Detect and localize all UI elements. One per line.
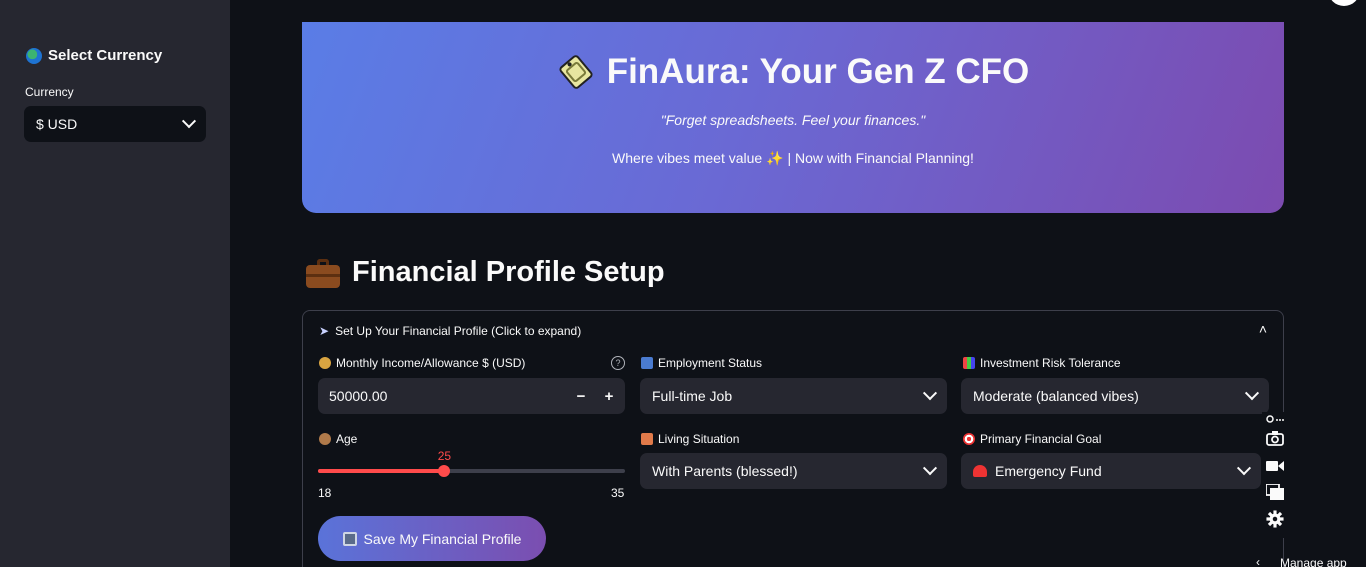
risk-select[interactable]: Moderate (balanced vibes) xyxy=(961,378,1269,414)
living-label: Living Situation xyxy=(641,432,739,446)
income-label-text: Monthly Income/Allowance $ (USD) xyxy=(336,356,526,370)
sidebar-title-text: Select Currency xyxy=(48,47,163,64)
living-value: With Parents (blessed!) xyxy=(652,463,798,479)
help-icon[interactable]: ? xyxy=(611,356,625,370)
gear-icon[interactable] xyxy=(1266,510,1284,528)
camera-icon[interactable] xyxy=(1266,430,1284,446)
hero-title-text: FinAura: Your Gen Z CFO xyxy=(606,52,1030,91)
age-slider[interactable] xyxy=(318,465,625,477)
hero-sub-before: Where vibes meet value xyxy=(612,150,763,166)
floppy-disk-icon xyxy=(342,531,357,546)
house-icon xyxy=(641,433,653,445)
age-slider-fill xyxy=(318,469,445,473)
chevron-down-icon xyxy=(922,386,938,401)
age-label-text: Age xyxy=(336,432,358,446)
chevron-up-icon[interactable]: ˄ xyxy=(1259,321,1267,337)
age-slider-max: 35 xyxy=(611,486,625,500)
goal-select[interactable]: Emergency Fund xyxy=(961,453,1261,489)
income-value: 50000.00 xyxy=(329,388,388,404)
employment-label: Employment Status xyxy=(641,356,762,370)
target-icon xyxy=(963,433,975,445)
risk-value: Moderate (balanced vibes) xyxy=(973,388,1139,404)
employment-label-text: Employment Status xyxy=(658,356,763,370)
sidebar: Select Currency Currency $ USD xyxy=(0,0,230,567)
hero-sub-after: | Now with Financial Planning! xyxy=(787,150,974,166)
chevron-down-icon xyxy=(922,461,938,476)
siren-icon xyxy=(973,465,987,477)
currency-label: Currency xyxy=(25,85,74,99)
increment-button[interactable]: + xyxy=(595,378,623,414)
hero-subtitle: Where vibes meet value ✨ | Now with Fina… xyxy=(302,150,1284,167)
income-label: Monthly Income/Allowance $ (USD) xyxy=(319,356,525,370)
chevron-down-icon xyxy=(181,114,197,129)
chevron-down-icon xyxy=(1236,461,1252,476)
money-bag-icon xyxy=(319,357,331,369)
currency-value: $ USD xyxy=(36,116,78,132)
goal-label: Primary Financial Goal xyxy=(963,432,1101,446)
globe-icon xyxy=(26,47,42,64)
employment-select[interactable]: Full-time Job xyxy=(640,378,947,414)
currency-select[interactable]: $ USD xyxy=(24,106,206,142)
cake-icon xyxy=(319,433,331,445)
tag-icon xyxy=(559,55,593,89)
briefcase-icon xyxy=(306,258,340,288)
hero-title: FinAura: Your Gen Z CFO xyxy=(302,52,1284,92)
employment-value: Full-time Job xyxy=(652,388,733,404)
risk-label-text: Investment Risk Tolerance xyxy=(980,356,1121,370)
floating-toolbar xyxy=(1262,412,1286,538)
sidebar-title: Select Currency xyxy=(26,47,162,64)
rocket-icon: ➤ xyxy=(319,324,330,338)
section-title: Financial Profile Setup xyxy=(306,256,665,289)
video-icon[interactable] xyxy=(1266,458,1284,474)
living-label-text: Living Situation xyxy=(658,432,740,446)
age-slider-min: 18 xyxy=(318,486,332,500)
save-button-label: Save My Financial Profile xyxy=(363,530,522,547)
copy-icon[interactable] xyxy=(1266,484,1284,500)
section-title-text: Financial Profile Setup xyxy=(352,256,665,288)
age-slider-value: 25 xyxy=(437,449,452,463)
hero-banner: FinAura: Your Gen Z CFO "Forget spreadsh… xyxy=(302,22,1284,213)
more-icon[interactable] xyxy=(1266,414,1284,424)
chevron-down-icon xyxy=(1244,386,1260,401)
expander-header-text: Set Up Your Financial Profile (Click to … xyxy=(335,324,582,338)
goal-value: Emergency Fund xyxy=(995,463,1102,479)
decrement-button[interactable]: − xyxy=(567,378,595,414)
person-icon xyxy=(641,357,653,369)
goal-label-text: Primary Financial Goal xyxy=(980,432,1102,446)
living-select[interactable]: With Parents (blessed!) xyxy=(640,453,947,489)
risk-label: Investment Risk Tolerance xyxy=(963,356,1121,370)
age-label: Age xyxy=(319,432,357,446)
expander-header[interactable]: ➤ Set Up Your Financial Profile (Click t… xyxy=(319,324,581,338)
avatar[interactable] xyxy=(1328,0,1360,6)
save-profile-button[interactable]: Save My Financial Profile xyxy=(318,516,546,561)
bar-chart-icon xyxy=(963,357,975,369)
chevron-left-icon[interactable]: ‹ xyxy=(1256,555,1260,567)
income-input[interactable]: 50000.00 − + xyxy=(318,378,625,414)
sparkles-icon: ✨ xyxy=(766,150,784,166)
hero-quote: "Forget spreadsheets. Feel your finances… xyxy=(660,112,926,128)
manage-app-link[interactable]: Manage app xyxy=(1280,556,1347,567)
